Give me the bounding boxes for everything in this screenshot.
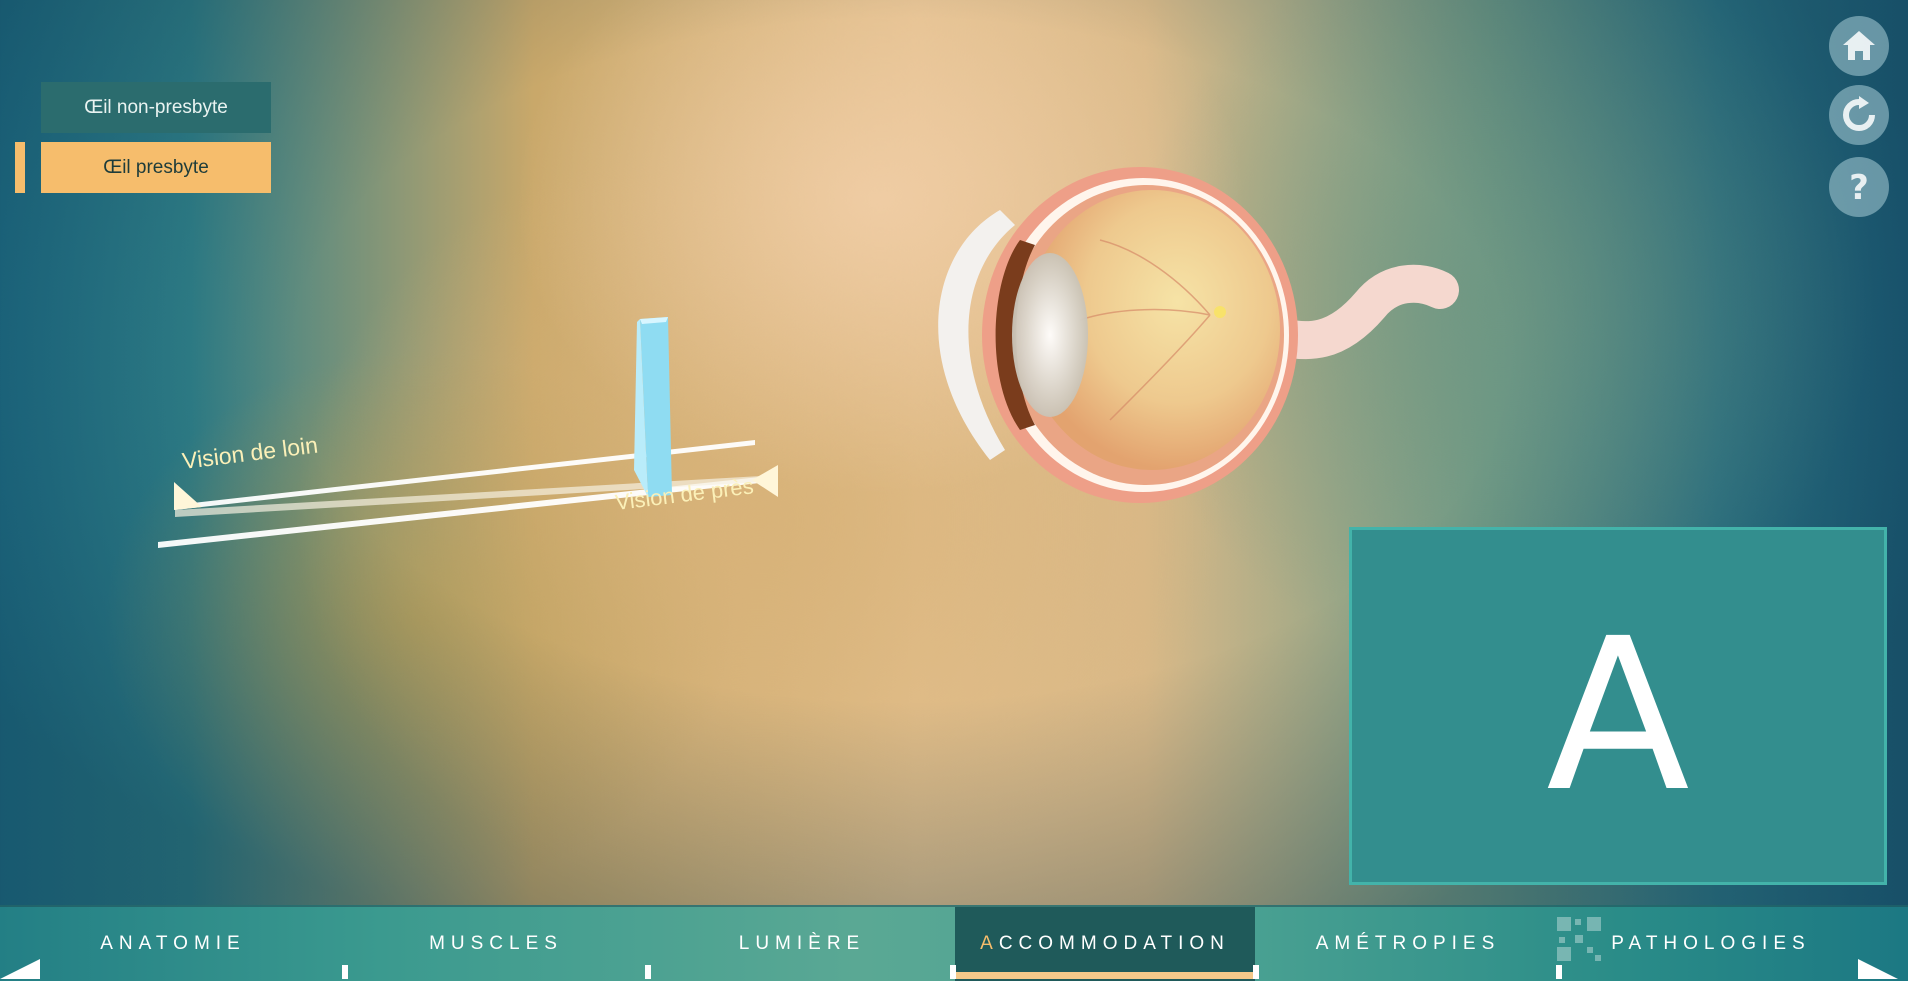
nav-prev-arrow[interactable]: [0, 959, 40, 979]
mode-button-non-presbyte[interactable]: Œil non-presbyte: [41, 82, 271, 133]
nav-tab-accommodation[interactable]: A CCOMMODATION: [955, 907, 1255, 981]
nav-separator: [1556, 965, 1562, 979]
nav-next-arrow[interactable]: [1858, 959, 1898, 979]
nav-tab-accommodation-rest: CCOMMODATION: [998, 933, 1230, 954]
home-button[interactable]: [1829, 16, 1889, 76]
selected-mode-indicator: [15, 142, 25, 193]
reset-icon: [1843, 96, 1875, 131]
nav-active-indicator: [955, 972, 1255, 979]
qr-code-icon: [1557, 917, 1601, 961]
nav-tab-anatomie[interactable]: ANATOMIE: [0, 907, 346, 981]
nav-tab-lumiere[interactable]: LUMIÈRE: [652, 907, 952, 981]
test-letter: A: [1546, 593, 1690, 838]
nav-separator: [645, 965, 651, 979]
eye-cross-section-illustration: [938, 167, 1459, 503]
reset-button[interactable]: [1829, 85, 1889, 145]
crystalline-lens: [1012, 253, 1088, 417]
slider-cursor[interactable]: [634, 317, 672, 497]
macula: [1214, 306, 1226, 318]
nav-tab-ametropies[interactable]: AMÉTROPIES: [1258, 907, 1558, 981]
nav-tab-accommodation-first-letter: A: [980, 933, 999, 954]
nav-tab-muscles[interactable]: MUSCLES: [346, 907, 646, 981]
nav-tab-pathologies[interactable]: PATHOLOGIES: [1561, 907, 1861, 981]
nav-separator: [1253, 965, 1259, 979]
home-icon: [1843, 31, 1875, 60]
nav-separator: [342, 965, 348, 979]
test-letter-panel: A: [1349, 527, 1887, 885]
far-end-marker: [174, 482, 202, 510]
mode-button-presbyte[interactable]: Œil presbyte: [41, 142, 271, 193]
svg-text:?: ?: [1849, 168, 1869, 207]
help-button[interactable]: ?: [1829, 157, 1889, 217]
vision-distance-slider[interactable]: [140, 300, 790, 560]
nav-separator: [950, 965, 956, 979]
help-icon: ?: [1849, 168, 1869, 207]
near-end-marker: [752, 465, 778, 497]
